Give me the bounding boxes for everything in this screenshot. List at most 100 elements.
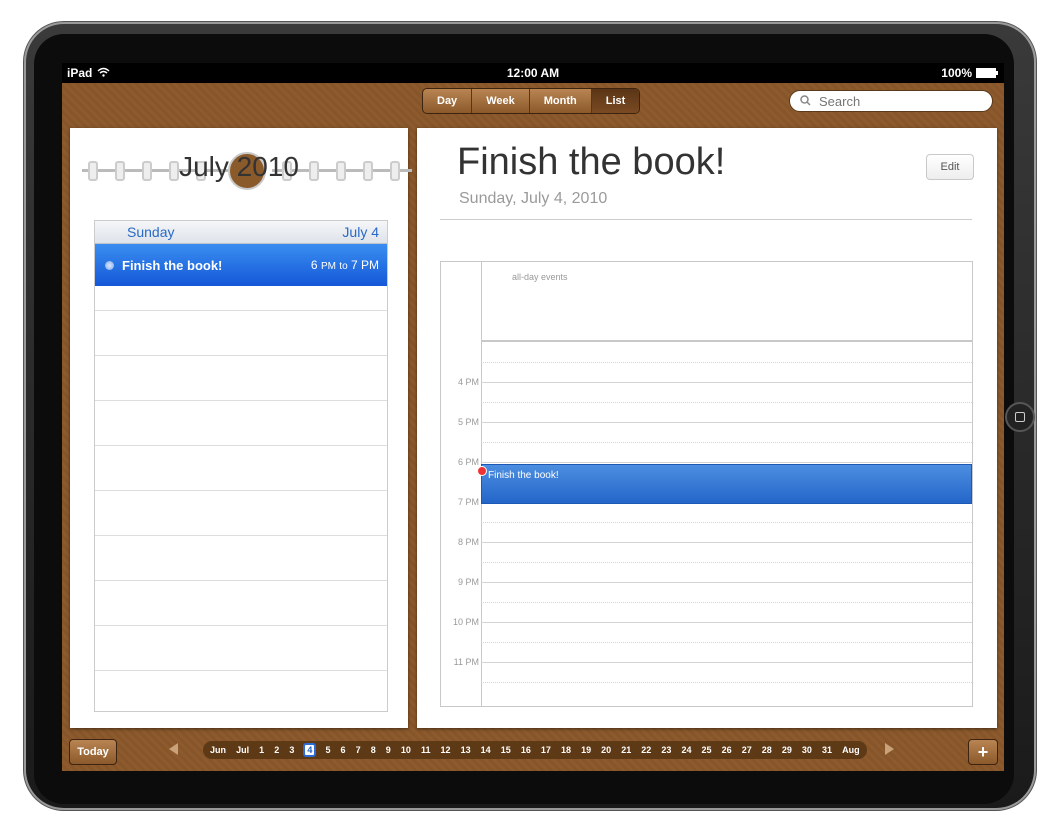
add-event-button[interactable]: + <box>968 739 998 765</box>
today-button[interactable]: Today <box>69 739 117 765</box>
current-time-marker <box>477 466 487 476</box>
calendar-dot-icon <box>105 260 114 270</box>
scrubber-item[interactable]: 25 <box>701 745 713 755</box>
day-header-date: July 4 <box>342 224 379 240</box>
scrubber-item[interactable]: 1 <box>258 745 265 755</box>
hour-line <box>481 582 972 583</box>
list-item[interactable]: Finish the book! 6 PM to 7 PM <box>95 244 387 286</box>
half-hour-line <box>481 642 972 644</box>
search-icon <box>800 94 811 109</box>
bottom-toolbar: Today Jun Jul 1 2 3 4 5 6 7 8 9 10 11 12 13 14 15 16 17 18 1… <box>62 733 1004 771</box>
scrubber-item[interactable]: Aug <box>841 745 861 755</box>
scrubber-item[interactable]: 21 <box>620 745 632 755</box>
event-time: 6 PM to 7 PM <box>311 258 379 272</box>
half-hour-line <box>481 362 972 364</box>
scrubber-item[interactable]: 29 <box>781 745 793 755</box>
scrubber-item[interactable]: 11 <box>420 745 432 755</box>
hour-line <box>481 462 972 463</box>
all-day-events-area[interactable]: all-day events <box>481 262 972 342</box>
all-day-label: all-day events <box>512 272 568 282</box>
scrubber-item[interactable]: 8 <box>370 745 377 755</box>
event-to: to <box>339 261 348 272</box>
divider <box>440 219 972 220</box>
screen: iPad 12:00 AM 100% Day Week Month List S… <box>62 63 1004 771</box>
home-button[interactable] <box>1005 402 1035 432</box>
hour-line <box>481 662 972 663</box>
half-hour-line <box>481 562 972 564</box>
event-detail-date: Sunday, July 4, 2010 <box>459 190 608 207</box>
timeline-event[interactable]: Finish the book! <box>481 464 972 504</box>
scrubber-item[interactable]: 13 <box>460 745 472 755</box>
scrubber-item[interactable]: 30 <box>801 745 813 755</box>
month-title: July 2010 <box>179 151 299 182</box>
scrubber-item[interactable]: 26 <box>721 745 733 755</box>
hour-label: 9 PM <box>457 577 479 587</box>
tab-list[interactable]: List <box>591 89 640 113</box>
scrubber-item[interactable]: 18 <box>560 745 572 755</box>
tab-month[interactable]: Month <box>530 89 592 113</box>
scrubber-item[interactable]: 23 <box>660 745 672 755</box>
event-end: 7 PM <box>350 258 379 272</box>
status-bar: iPad 12:00 AM 100% <box>62 63 1004 83</box>
hour-line <box>481 422 972 423</box>
scrubber-item[interactable]: Jul <box>235 745 250 755</box>
scrubber-item[interactable]: 7 <box>355 745 362 755</box>
home-square-icon <box>1015 412 1025 422</box>
next-arrow-icon[interactable] <box>885 743 894 755</box>
half-hour-line <box>481 402 972 404</box>
half-hour-line <box>481 682 972 684</box>
scrubber-item[interactable]: 12 <box>440 745 452 755</box>
hour-line <box>481 542 972 543</box>
battery-percent: 100% <box>941 66 972 80</box>
half-hour-line <box>481 522 972 524</box>
scrubber-item[interactable]: 17 <box>540 745 552 755</box>
hour-line <box>481 622 972 623</box>
view-switcher: Day Week Month List <box>422 88 641 114</box>
scrubber-item[interactable]: 19 <box>580 745 592 755</box>
scrubber-item[interactable]: 22 <box>640 745 652 755</box>
scrubber-item[interactable]: 6 <box>340 745 347 755</box>
day-header-weekday: Sunday <box>127 224 175 240</box>
half-hour-line <box>481 602 972 604</box>
hour-line <box>481 382 972 383</box>
scrubber-item[interactable]: 24 <box>680 745 692 755</box>
scrubber-item[interactable]: 20 <box>600 745 612 755</box>
scrubber-item[interactable]: 2 <box>273 745 280 755</box>
hour-label: 7 PM <box>457 497 479 507</box>
event-detail-title: Finish the book! <box>457 141 726 183</box>
scrubber-item[interactable]: 10 <box>400 745 412 755</box>
battery-icon <box>976 68 998 78</box>
hour-label: 4 PM <box>457 377 479 387</box>
scrubber-item[interactable]: 3 <box>288 745 295 755</box>
scrubber-item[interactable]: 28 <box>761 745 773 755</box>
hour-label: 5 PM <box>457 417 479 427</box>
scrubber-item[interactable]: 27 <box>741 745 753 755</box>
edit-button[interactable]: Edit <box>926 154 974 180</box>
scrubber-item[interactable]: 4 <box>303 743 317 757</box>
search-field[interactable] <box>789 90 993 112</box>
scrubber-item[interactable]: 14 <box>480 745 492 755</box>
hour-label: 6 PM <box>457 457 479 467</box>
hour-label: 8 PM <box>457 537 479 547</box>
scrubber-item[interactable]: 15 <box>500 745 512 755</box>
tab-day[interactable]: Day <box>423 89 473 113</box>
event-start-suffix: PM <box>320 261 336 272</box>
hour-label: 10 PM <box>452 617 479 627</box>
search-input[interactable] <box>817 92 981 110</box>
scrubber-item[interactable]: 9 <box>385 745 392 755</box>
leather-background: Day Week Month List Search July 2010 Sun… <box>62 83 1004 771</box>
event-title: Finish the book! <box>122 257 223 273</box>
prev-arrow-icon[interactable] <box>169 743 178 755</box>
event-list: Sunday July 4 Finish the book! 6 PM to 7… <box>94 220 388 712</box>
event-start: 6 <box>310 258 318 272</box>
tab-week[interactable]: Week <box>472 89 530 113</box>
scrubber-item[interactable]: 16 <box>520 745 532 755</box>
day-timeline-grid: all-day events 4 PM 5 PM 6 PM 7 PM 8 PM … <box>440 261 973 707</box>
scrubber-item[interactable]: 31 <box>821 745 833 755</box>
date-scrubber[interactable]: Jun Jul 1 2 3 4 5 6 7 8 9 10 11 12 13 14 15 16 17 18 19 20 21 2… <box>203 741 867 759</box>
hour-label: 11 PM <box>453 657 479 667</box>
half-hour-line <box>481 442 972 444</box>
scrubber-item[interactable]: Jun <box>209 745 227 755</box>
day-header: Sunday July 4 <box>95 221 387 244</box>
scrubber-item[interactable]: 5 <box>324 745 331 755</box>
